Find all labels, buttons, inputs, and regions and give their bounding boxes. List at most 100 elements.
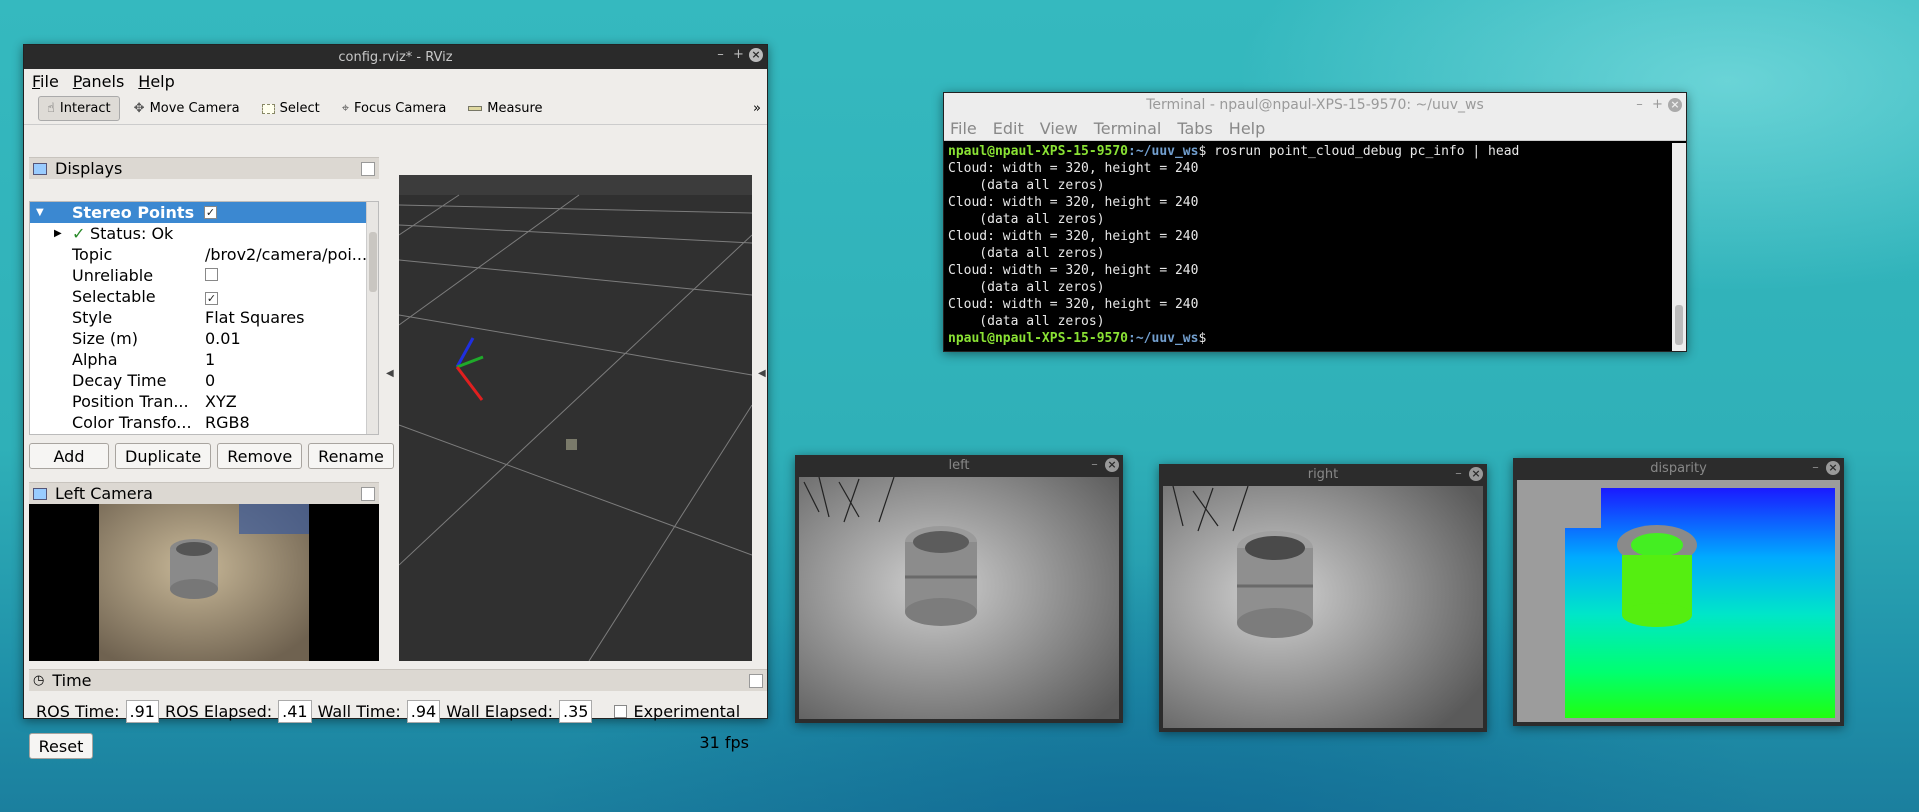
duplicate-button[interactable]: Duplicate bbox=[115, 443, 212, 469]
unreliable-checkbox[interactable] bbox=[205, 268, 218, 281]
close-icon[interactable]: × bbox=[1105, 457, 1119, 472]
minimize-icon[interactable]: – bbox=[1632, 97, 1647, 112]
focus-camera-label: Focus Camera bbox=[354, 101, 447, 116]
menu-help[interactable]: Help bbox=[138, 72, 174, 91]
ros-time-field[interactable]: .91 bbox=[125, 700, 159, 723]
rviz-titlebar[interactable]: config.rviz* - RViz – + × bbox=[24, 45, 767, 69]
position-transformer-value[interactable]: XYZ bbox=[205, 392, 237, 411]
displays-panel-header: Displays bbox=[29, 157, 379, 179]
terminal-menubar: File Edit View Terminal Tabs Help bbox=[944, 117, 1686, 141]
selectable-checkbox[interactable]: ✓ bbox=[205, 292, 218, 305]
decay-time-value[interactable]: 0 bbox=[205, 371, 215, 390]
minimize-icon[interactable]: – bbox=[1087, 457, 1102, 472]
rename-button[interactable]: Rename bbox=[308, 443, 394, 469]
render-3d-view[interactable] bbox=[399, 175, 752, 661]
ros-elapsed-field[interactable]: .41 bbox=[278, 700, 312, 723]
scrollbar-thumb[interactable] bbox=[369, 232, 377, 292]
stereo-points-display[interactable]: ▼ Stereo Points ✓ bbox=[30, 202, 378, 223]
close-icon[interactable]: × bbox=[749, 47, 763, 62]
color-transformer-value[interactable]: RGB8 bbox=[205, 413, 250, 432]
left-image-window: left – × bbox=[795, 455, 1123, 723]
terminal-menu-edit[interactable]: Edit bbox=[993, 119, 1024, 138]
left-camera-image bbox=[99, 504, 309, 661]
terminal-scrollbar[interactable] bbox=[1672, 143, 1686, 351]
status-row[interactable]: ▶ ✓ Status: Ok bbox=[30, 223, 378, 244]
property-key: Color Transfo... bbox=[72, 413, 192, 432]
wall-elapsed-label: Wall Elapsed: bbox=[446, 702, 554, 721]
ros-time-label: ROS Time: bbox=[36, 702, 120, 721]
scrollbar-thumb[interactable] bbox=[1675, 305, 1683, 345]
minimize-icon[interactable]: – bbox=[1808, 460, 1823, 475]
disparity-window: disparity – × bbox=[1513, 458, 1844, 726]
close-icon[interactable]: × bbox=[1668, 97, 1682, 112]
terminal-output[interactable]: npaul@npaul-XPS-15-9570:~/uuv_ws$ rosrun… bbox=[948, 143, 1519, 347]
collapse-arrow-icon[interactable]: ▼ bbox=[36, 207, 44, 218]
property-key: Alpha bbox=[72, 350, 118, 369]
property-row[interactable]: Alpha 1 bbox=[30, 349, 378, 370]
minimize-icon[interactable]: – bbox=[713, 47, 728, 62]
terminal-window: Terminal - npaul@npaul-XPS-15-9570: ~/uu… bbox=[943, 92, 1687, 352]
maximize-icon[interactable]: + bbox=[1650, 97, 1665, 112]
property-row[interactable]: Decay Time 0 bbox=[30, 370, 378, 391]
measure-tool-button[interactable]: Measure bbox=[460, 97, 550, 120]
maximize-icon[interactable]: + bbox=[731, 47, 746, 62]
displays-scrollbar[interactable] bbox=[366, 202, 378, 434]
disparity-window-titlebar[interactable]: disparity – × bbox=[1513, 458, 1844, 478]
panel-float-button[interactable] bbox=[749, 674, 763, 688]
time-title: Time bbox=[52, 671, 92, 690]
topic-value[interactable]: /brov2/camera/poi... bbox=[205, 245, 367, 264]
toolbar-overflow-button[interactable]: » bbox=[753, 101, 761, 116]
terminal-menu-view[interactable]: View bbox=[1040, 119, 1078, 138]
add-button[interactable]: Add bbox=[29, 443, 109, 469]
minimize-icon[interactable]: – bbox=[1451, 466, 1466, 481]
remove-button[interactable]: Remove bbox=[217, 443, 303, 469]
select-tool-button[interactable]: Select bbox=[254, 97, 328, 120]
property-key: Decay Time bbox=[72, 371, 167, 390]
wall-elapsed-field[interactable]: .35 bbox=[559, 700, 593, 723]
left-camera-panel-header: Left Camera bbox=[29, 482, 379, 504]
panel-float-button[interactable] bbox=[361, 162, 375, 176]
displays-icon bbox=[33, 162, 47, 175]
alpha-value[interactable]: 1 bbox=[205, 350, 215, 369]
size-value[interactable]: 0.01 bbox=[205, 329, 241, 348]
terminal-titlebar[interactable]: Terminal - npaul@npaul-XPS-15-9570: ~/uu… bbox=[944, 93, 1686, 117]
left-window-titlebar[interactable]: left – × bbox=[795, 455, 1123, 475]
displays-tree: ▼ Stereo Points ✓ ▶ ✓ Status: Ok Topic/b… bbox=[29, 201, 379, 435]
right-window-titlebar[interactable]: right – × bbox=[1159, 464, 1487, 484]
terminal-menu-help[interactable]: Help bbox=[1229, 119, 1265, 138]
panel-float-button[interactable] bbox=[361, 487, 375, 501]
close-icon[interactable]: × bbox=[1469, 466, 1483, 481]
property-row[interactable]: Color Transfo... RGB8 bbox=[30, 412, 378, 433]
terminal-line: (data all zeros) bbox=[948, 178, 1105, 193]
property-row[interactable]: Topic/brov2/camera/poi... bbox=[30, 244, 378, 265]
status-label: Status: Ok bbox=[90, 224, 174, 243]
terminal-line: npaul@npaul-XPS-15-9570:~/uuv_ws$ bbox=[948, 331, 1207, 346]
stereo-points-label: Stereo Points bbox=[72, 203, 195, 222]
wall-time-field[interactable]: .94 bbox=[406, 700, 441, 723]
focus-camera-tool-button[interactable]: ⌖ Focus Camera bbox=[334, 97, 455, 120]
rviz-window: config.rviz* - RViz – + × File Panels He… bbox=[23, 44, 768, 759]
collapse-right-icon[interactable]: ◀ bbox=[758, 368, 766, 379]
property-row[interactable]: Unreliable bbox=[30, 265, 378, 286]
property-row[interactable]: Selectable ✓ bbox=[30, 286, 378, 307]
property-row[interactable]: Style Flat Squares bbox=[30, 307, 378, 328]
terminal-menu-tabs[interactable]: Tabs bbox=[1177, 119, 1212, 138]
terminal-menu-terminal[interactable]: Terminal bbox=[1094, 119, 1162, 138]
menu-file[interactable]: File bbox=[32, 72, 59, 91]
close-icon[interactable]: × bbox=[1826, 460, 1840, 475]
check-icon: ✓ bbox=[72, 224, 86, 243]
experimental-checkbox[interactable] bbox=[614, 705, 628, 718]
property-row[interactable]: Position Tran... XYZ bbox=[30, 391, 378, 412]
collapse-left-icon[interactable]: ◀ bbox=[386, 368, 394, 379]
move-camera-tool-button[interactable]: ✥ Move Camera bbox=[126, 97, 248, 120]
reset-button[interactable]: Reset bbox=[29, 733, 93, 759]
terminal-menu-file[interactable]: File bbox=[950, 119, 977, 138]
expand-arrow-icon[interactable]: ▶ bbox=[54, 228, 62, 239]
stereo-points-enable-checkbox[interactable]: ✓ bbox=[204, 206, 217, 219]
style-value[interactable]: Flat Squares bbox=[205, 308, 304, 327]
interact-tool-button[interactable]: ☝ Interact bbox=[38, 96, 120, 121]
property-row[interactable]: Size (m) 0.01 bbox=[30, 328, 378, 349]
clock-icon: ◷ bbox=[33, 673, 45, 688]
select-label: Select bbox=[279, 101, 320, 116]
menu-panels[interactable]: Panels bbox=[73, 72, 125, 91]
